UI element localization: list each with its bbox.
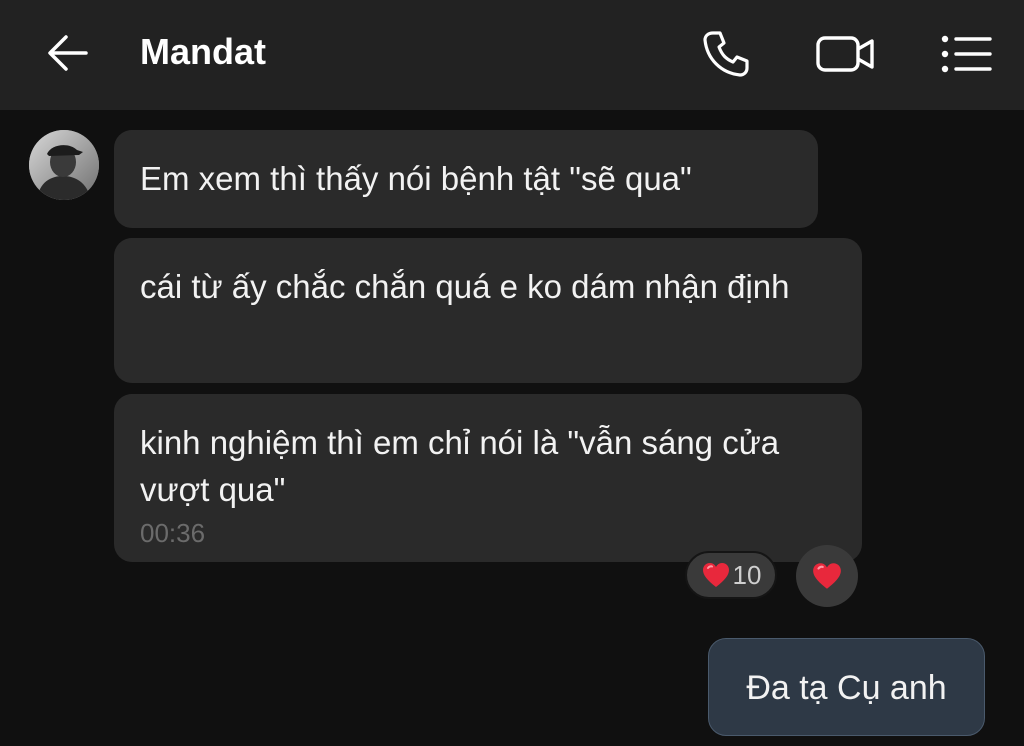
list-menu-icon — [941, 35, 992, 73]
message-text: cái từ ấy chắc chắn quá e ko dám nhận đị… — [140, 268, 790, 305]
incoming-message[interactable]: Em xem thì thấy nói bệnh tật "sẽ qua" — [114, 130, 818, 228]
back-button[interactable] — [40, 25, 96, 81]
contact-name[interactable]: Mandat — [140, 30, 266, 74]
heart-icon — [702, 563, 729, 587]
menu-button[interactable] — [934, 22, 998, 86]
chat-screen: Mandat Em xem thì thấy nói bệnh tật "sẽ … — [0, 0, 1024, 746]
message-text: kinh nghiệm thì em chỉ nói là "vẫn sáng … — [140, 424, 780, 508]
video-call-button[interactable] — [814, 22, 878, 86]
chat-header: Mandat — [0, 0, 1024, 110]
arrow-left-icon — [48, 35, 88, 71]
message-list[interactable]: Em xem thì thấy nói bệnh tật "sẽ qua" cá… — [0, 110, 1024, 746]
voice-call-button[interactable] — [694, 22, 758, 86]
message-text: Em xem thì thấy nói bệnh tật "sẽ qua" — [140, 160, 692, 197]
reaction-count: 10 — [732, 559, 762, 590]
avatar-photo — [29, 130, 99, 200]
message-timestamp: 00:36 — [140, 518, 206, 548]
add-reaction-button[interactable] — [796, 545, 858, 607]
incoming-message[interactable]: cái từ ấy chắc chắn quá e ko dám nhận đị… — [114, 238, 862, 383]
phone-icon — [703, 31, 749, 77]
video-camera-icon — [816, 36, 874, 72]
outgoing-message[interactable]: Đa tạ Cụ anh — [708, 638, 985, 736]
heart-icon — [813, 563, 841, 589]
contact-avatar[interactable] — [29, 130, 99, 200]
incoming-message[interactable]: kinh nghiệm thì em chỉ nói là "vẫn sáng … — [114, 394, 862, 562]
reaction-summary[interactable]: 10 — [685, 551, 777, 599]
message-text: Đa tạ Cụ anh — [746, 669, 947, 707]
